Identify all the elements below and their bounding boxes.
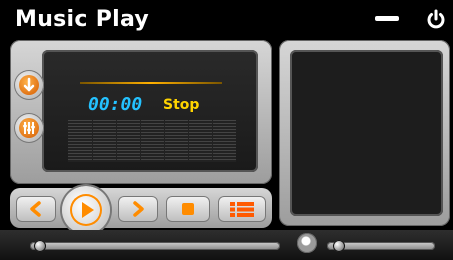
window-title: Music Play — [15, 7, 150, 32]
album-art-area — [290, 50, 443, 216]
eq-divider — [116, 120, 117, 162]
eq-divider — [140, 120, 141, 162]
playlist-button[interactable] — [218, 196, 266, 222]
play-ring — [70, 194, 102, 226]
progress-track[interactable] — [30, 242, 280, 250]
eq-divider — [212, 120, 213, 162]
power-icon — [427, 9, 445, 29]
stop-icon — [182, 203, 194, 215]
download-button[interactable] — [14, 70, 44, 100]
title-bar: Music Play — [0, 0, 453, 40]
stop-button[interactable] — [166, 196, 210, 222]
volume-icon[interactable] — [297, 233, 317, 253]
next-icon — [133, 201, 144, 217]
equalizer-button[interactable] — [14, 113, 44, 143]
next-button[interactable] — [118, 196, 158, 222]
eq-divider — [92, 120, 93, 162]
eq-divider — [188, 120, 189, 162]
time-readout: 00:00 — [88, 94, 143, 115]
progress-line — [80, 82, 222, 84]
previous-button[interactable] — [16, 196, 56, 222]
play-button[interactable] — [62, 186, 110, 234]
previous-icon — [30, 201, 41, 217]
equalizer-visualizer — [68, 120, 236, 162]
progress-handle[interactable] — [34, 240, 46, 252]
eq-divider — [164, 120, 165, 162]
power-button[interactable] — [424, 8, 448, 32]
status-text: Stop — [163, 97, 200, 113]
playlist-icon — [230, 202, 254, 217]
minimize-icon — [375, 16, 399, 21]
download-icon — [19, 75, 39, 95]
minimize-button[interactable] — [375, 14, 399, 24]
play-icon — [82, 202, 94, 218]
volume-handle[interactable] — [333, 240, 345, 252]
equalizer-icon — [19, 118, 39, 138]
